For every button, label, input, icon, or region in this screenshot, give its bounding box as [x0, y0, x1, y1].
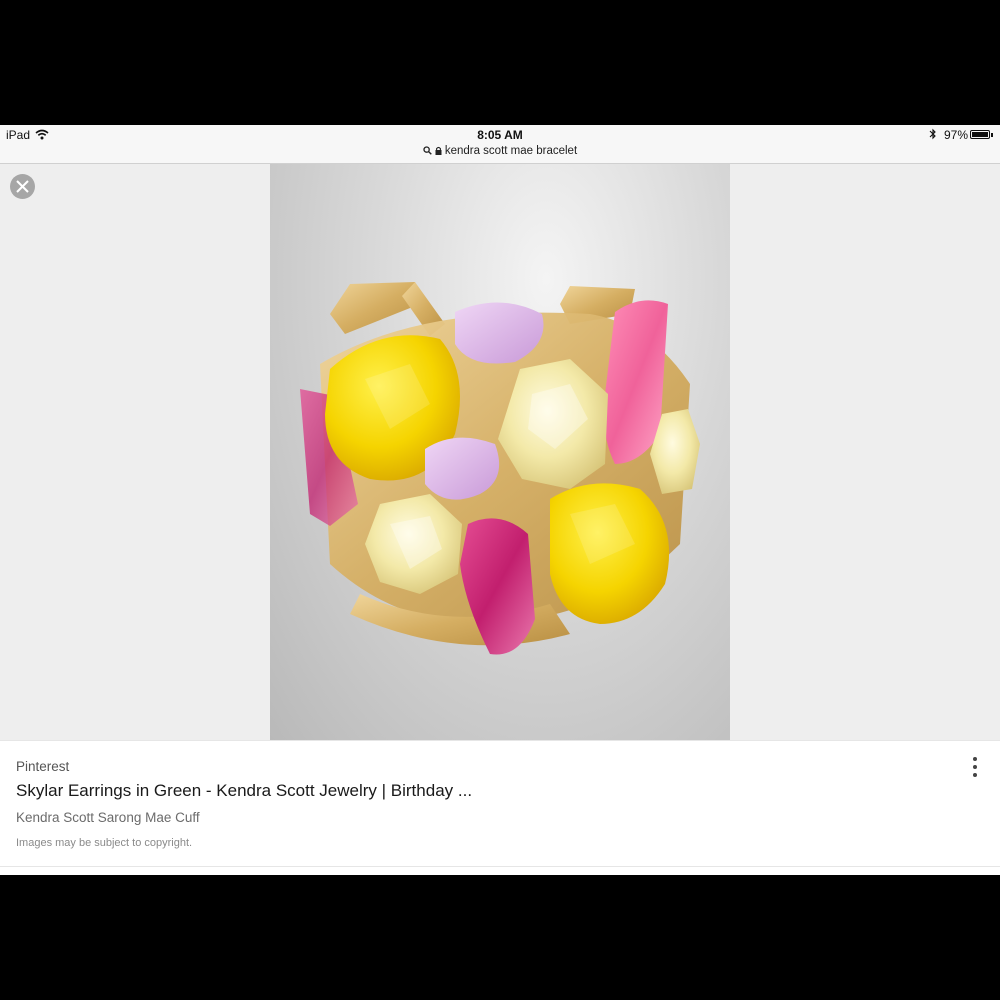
result-title[interactable]: Skylar Earrings in Green - Kendra Scott … — [16, 781, 472, 801]
status-time: 8:05 AM — [477, 128, 523, 142]
address-bar[interactable]: kendra scott mae bracelet — [0, 145, 1000, 157]
result-card: Pinterest Skylar Earrings in Green - Ken… — [0, 740, 1000, 867]
letterbox-top — [0, 0, 1000, 125]
battery-percentage: 97% — [944, 128, 969, 142]
letterbox-bottom — [0, 875, 1000, 1000]
battery-icon — [970, 130, 990, 139]
result-image[interactable] — [270, 164, 730, 740]
more-vertical-icon — [973, 757, 977, 761]
copyright-notice: Images may be subject to copyright. — [16, 837, 193, 849]
lock-icon — [435, 147, 442, 156]
status-bar: iPad 8:05 AM kendra scott mae bracelet 9… — [0, 125, 1000, 164]
address-text: kendra scott mae bracelet — [444, 145, 578, 157]
more-vertical-icon-dot — [973, 773, 977, 777]
battery-fill — [972, 132, 988, 137]
result-source[interactable]: Pinterest — [16, 759, 69, 774]
close-button[interactable] — [10, 174, 35, 199]
search-icon — [423, 146, 432, 156]
bracelet-photo — [300, 282, 700, 655]
battery-tip — [991, 133, 993, 137]
result-subtitle: Kendra Scott Sarong Mae Cuff — [16, 810, 200, 825]
bluetooth-icon — [929, 128, 936, 140]
image-viewer — [0, 164, 1000, 740]
close-icon — [16, 180, 29, 193]
more-options-button[interactable] — [960, 753, 990, 783]
ipad-screen: iPad 8:05 AM kendra scott mae bracelet 9… — [0, 125, 1000, 875]
more-vertical-icon-dot — [973, 765, 977, 769]
